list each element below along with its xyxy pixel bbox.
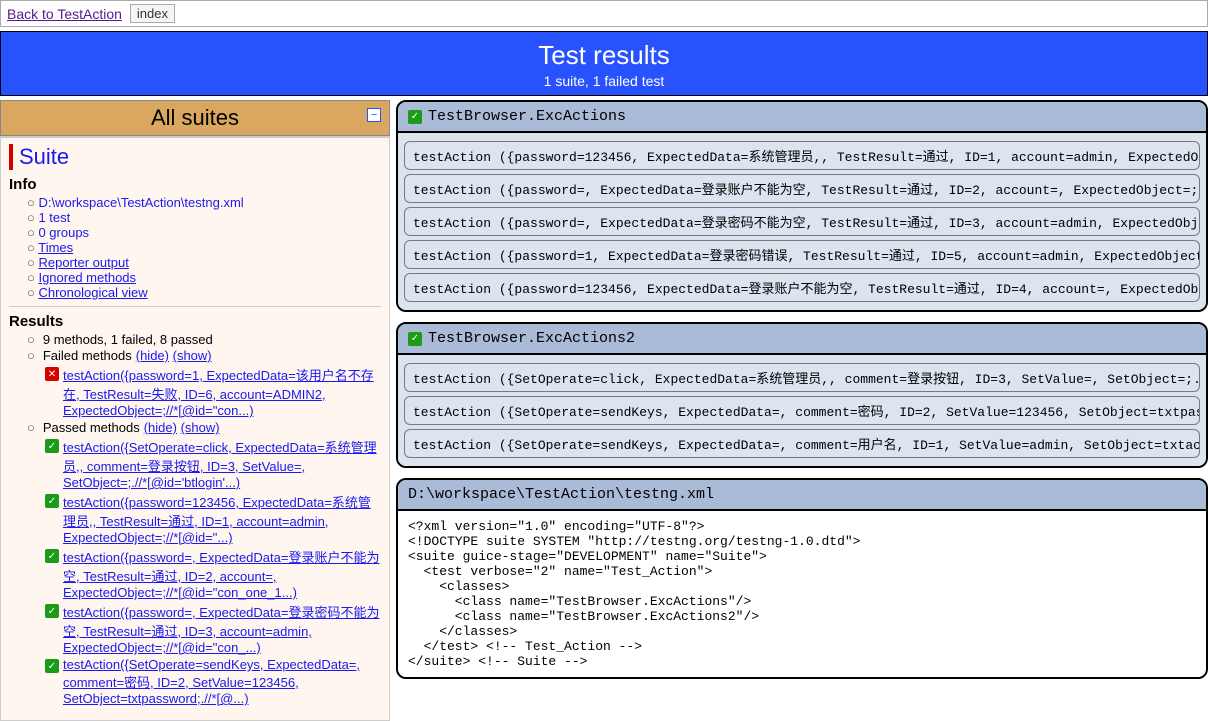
panel-title-2: TestBrowser.ExcActions2: [428, 330, 635, 347]
suite-title: Suite: [9, 144, 381, 170]
xml-title: D:\workspace\TestAction\testng.xml: [408, 486, 714, 503]
method-link[interactable]: testAction({SetOperate=sendKeys, Expecte…: [63, 657, 381, 706]
result-row[interactable]: testAction ({password=1, ExpectedData=登录…: [404, 240, 1200, 269]
xml-panel-head[interactable]: D:\workspace\TestAction\testng.xml: [398, 480, 1206, 511]
passed-heading: Passed methods: [43, 420, 140, 435]
method-link[interactable]: testAction({password=123456, ExpectedDat…: [63, 492, 381, 545]
result-row[interactable]: testAction ({password=, ExpectedData=登录密…: [404, 207, 1200, 236]
back-link[interactable]: Back to TestAction: [7, 6, 122, 22]
pass-badge-icon: ✓: [45, 439, 59, 453]
xml-panel: D:\workspace\TestAction\testng.xml <?xml…: [396, 478, 1208, 679]
result-row[interactable]: testAction ({password=123456, ExpectedDa…: [404, 141, 1200, 170]
all-suites-label: All suites: [151, 105, 239, 130]
result-row[interactable]: testAction ({SetOperate=sendKeys, Expect…: [404, 429, 1200, 458]
pass-badge-icon: ✓: [45, 549, 59, 563]
check-icon: ✓: [408, 110, 422, 124]
method-link[interactable]: testAction({password=, ExpectedData=登录密码…: [63, 602, 381, 655]
right-pane: ✓ TestBrowser.ExcActions testAction ({pa…: [396, 100, 1208, 721]
panel-body-1: testAction ({password=123456, ExpectedDa…: [398, 133, 1206, 310]
failed-heading: Failed methods: [43, 348, 132, 363]
fail-badge-icon: ✕: [45, 367, 59, 381]
header: Test results 1 suite, 1 failed test: [0, 31, 1208, 96]
check-icon: ✓: [408, 332, 422, 346]
header-subtitle: 1 suite, 1 failed test: [1, 73, 1207, 89]
result-row[interactable]: testAction ({password=123456, ExpectedDa…: [404, 273, 1200, 302]
info-item[interactable]: Times: [38, 240, 73, 255]
method-link[interactable]: testAction({password=1, ExpectedData=该用户…: [63, 365, 381, 418]
topbar: Back to TestAction index: [0, 0, 1208, 27]
suite-panel: Suite Info D:\workspace\TestAction\testn…: [0, 136, 390, 721]
info-item: 1 test: [38, 210, 70, 225]
index-button[interactable]: index: [130, 4, 175, 23]
info-item[interactable]: Ignored methods: [38, 270, 136, 285]
panel-title-1: TestBrowser.ExcActions: [428, 108, 626, 125]
panel-head-2[interactable]: ✓ TestBrowser.ExcActions2: [398, 324, 1206, 355]
xml-body: <?xml version="1.0" encoding="UTF-8"?> <…: [398, 511, 1206, 677]
info-item[interactable]: Reporter output: [38, 255, 128, 270]
passed-show-link[interactable]: (show): [181, 420, 220, 435]
failed-hide-link[interactable]: (hide): [136, 348, 169, 363]
info-heading: Info: [9, 176, 381, 193]
info-item: D:\workspace\TestAction\testng.xml: [38, 195, 243, 210]
results-heading: Results: [9, 313, 381, 330]
left-pane: All suites − Suite Info D:\workspace\Tes…: [0, 100, 390, 721]
method-link[interactable]: testAction({SetOperate=click, ExpectedDa…: [63, 437, 381, 490]
page-title: Test results: [1, 40, 1207, 71]
pass-badge-icon: ✓: [45, 494, 59, 508]
pass-badge-icon: ✓: [45, 659, 59, 673]
info-item[interactable]: Chronological view: [38, 285, 147, 300]
result-panel-2: ✓ TestBrowser.ExcActions2 testAction ({S…: [396, 322, 1208, 468]
passed-hide-link[interactable]: (hide): [144, 420, 177, 435]
method-link[interactable]: testAction({password=, ExpectedData=登录账户…: [63, 547, 381, 600]
info-list: D:\workspace\TestAction\testng.xml1 test…: [9, 195, 381, 300]
result-row[interactable]: testAction ({password=, ExpectedData=登录账…: [404, 174, 1200, 203]
panel-body-2: testAction ({SetOperate=click, ExpectedD…: [398, 355, 1206, 466]
all-suites-header: All suites −: [0, 100, 390, 136]
collapse-icon[interactable]: −: [367, 108, 381, 122]
summary-text: 9 methods, 1 failed, 8 passed: [43, 332, 213, 347]
result-row[interactable]: testAction ({SetOperate=click, ExpectedD…: [404, 363, 1200, 392]
results-list: 9 methods, 1 failed, 8 passed Failed met…: [9, 332, 381, 363]
failed-show-link[interactable]: (show): [173, 348, 212, 363]
pass-badge-icon: ✓: [45, 604, 59, 618]
info-item: 0 groups: [38, 225, 89, 240]
result-row[interactable]: testAction ({SetOperate=sendKeys, Expect…: [404, 396, 1200, 425]
result-panel-1: ✓ TestBrowser.ExcActions testAction ({pa…: [396, 100, 1208, 312]
panel-head-1[interactable]: ✓ TestBrowser.ExcActions: [398, 102, 1206, 133]
